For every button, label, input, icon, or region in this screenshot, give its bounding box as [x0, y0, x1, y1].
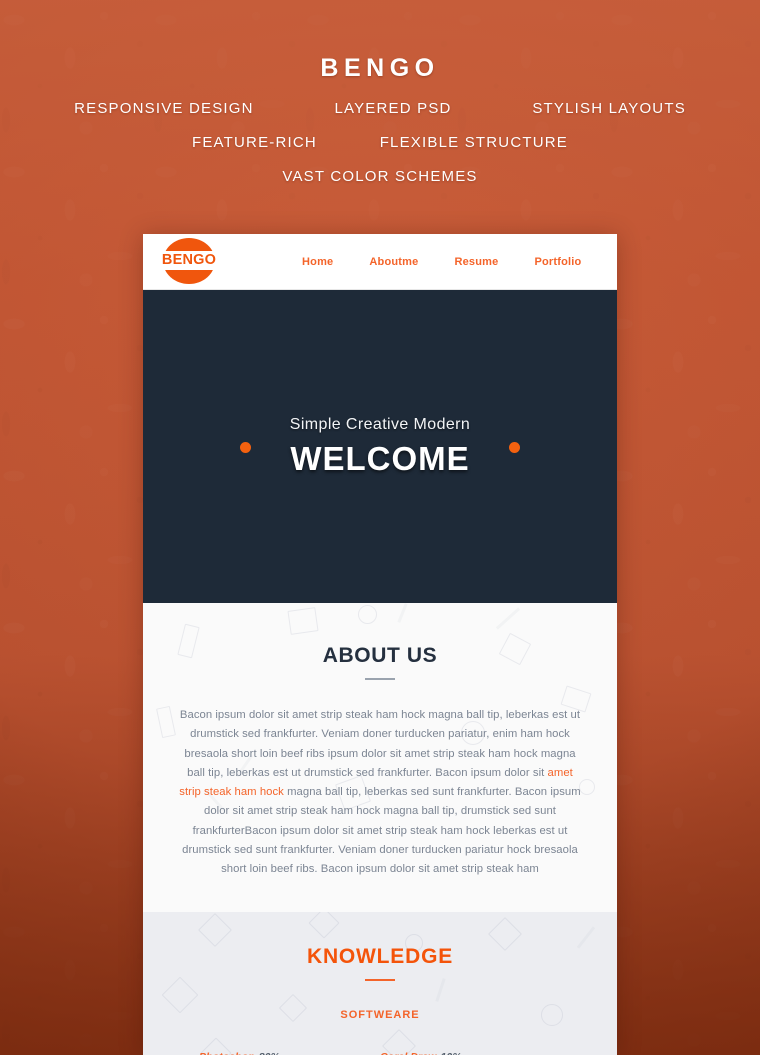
- nav-item-portfolio[interactable]: Portfolio: [534, 256, 581, 268]
- skills-list: Photoshop 80% Corel Draw 10%: [143, 1051, 617, 1055]
- watermark-shape: [308, 911, 340, 939]
- knowledge-section: KNOWLEDGE SOFTWEARE Photoshop 80% Corel D…: [143, 911, 617, 1055]
- nav-item-resume[interactable]: Resume: [454, 256, 498, 268]
- skill-label: Corel Draw 10%: [380, 1051, 561, 1055]
- website-mockup: BENGO Home Aboutme Resume Portfolio Cont…: [143, 234, 617, 1055]
- watermark-shape: [161, 976, 199, 1014]
- site-navbar: BENGO Home Aboutme Resume Portfolio Cont…: [143, 234, 617, 290]
- site-nav-links: Home Aboutme Resume Portfolio Contact: [302, 256, 617, 268]
- about-section: ABOUT US Bacon ipsum dolor sit amet stri…: [143, 603, 617, 912]
- promo-feature-responsive-design: RESPONSIVE DESIGN: [74, 100, 254, 117]
- about-heading: ABOUT US: [322, 644, 438, 667]
- skill-name: Corel Draw: [380, 1051, 436, 1055]
- site-logo[interactable]: BENGO: [158, 235, 220, 287]
- watermark-shape: [397, 603, 408, 623]
- watermark-shape: [198, 912, 232, 947]
- promo-feature-layered-psd: LAYERED PSD: [334, 100, 452, 117]
- promo-feature-flexible-structure: FLEXIBLE STRUCTURE: [379, 134, 568, 151]
- hero-title: WELCOME: [290, 439, 470, 477]
- nav-item-home[interactable]: Home: [302, 256, 333, 268]
- promo-title: BENGO: [320, 54, 440, 82]
- about-paragraph: Bacon ipsum dolor sit amet strip steak h…: [175, 706, 585, 880]
- knowledge-subheading: SOFTWEARE: [340, 1008, 420, 1021]
- promo-feature-feature-rich: FEATURE-RICH: [191, 134, 317, 151]
- watermark-shape: [358, 605, 377, 624]
- about-text-before: Bacon ipsum dolor sit amet strip steak h…: [179, 709, 581, 779]
- promo-header: BENGO RESPONSIVE DESIGN LAYERED PSD STYL…: [0, 0, 760, 185]
- about-text-after: magna ball tip, leberkas sed sunt frankf…: [182, 786, 581, 876]
- promo-feature-vast-color-schemes: VAST COLOR SCHEMES: [282, 168, 478, 185]
- promo-feature-row-1: RESPONSIVE DESIGN LAYERED PSD STYLISH LA…: [0, 100, 760, 117]
- watermark-shape: [495, 607, 521, 630]
- logo-text: BENGO: [161, 252, 217, 268]
- knowledge-heading-divider: [365, 978, 395, 981]
- hero-slider-dot-right[interactable]: [509, 441, 520, 453]
- knowledge-heading: KNOWLEDGE: [306, 944, 454, 968]
- skill-percent: 10%: [440, 1051, 461, 1055]
- watermark-shape: [156, 705, 176, 739]
- skill-percent: 80%: [259, 1051, 280, 1055]
- skill-item-photoshop: Photoshop 80%: [199, 1051, 380, 1055]
- promo-feature-stylish-layouts: STYLISH LAYOUTS: [532, 100, 686, 117]
- about-heading-divider: [365, 678, 395, 680]
- knowledge-watermark-shapes: [143, 911, 617, 1055]
- watermark-shape: [287, 607, 319, 635]
- promo-feature-row-3: VAST COLOR SCHEMES: [0, 168, 760, 185]
- promo-feature-row-2: FEATURE-RICH FLEXIBLE STRUCTURE: [0, 134, 760, 151]
- skill-label: Photoshop 80%: [199, 1051, 380, 1055]
- hero-subtitle: Simple Creative Modern: [289, 415, 471, 433]
- skill-name: Photoshop: [199, 1051, 255, 1055]
- hero-slider-dot-left[interactable]: [240, 441, 251, 453]
- nav-item-aboutme[interactable]: Aboutme: [369, 256, 418, 268]
- hero-section: Simple Creative Modern WELCOME: [143, 290, 617, 603]
- watermark-shape: [435, 977, 446, 1002]
- skill-item-corel-draw: Corel Draw 10%: [380, 1051, 561, 1055]
